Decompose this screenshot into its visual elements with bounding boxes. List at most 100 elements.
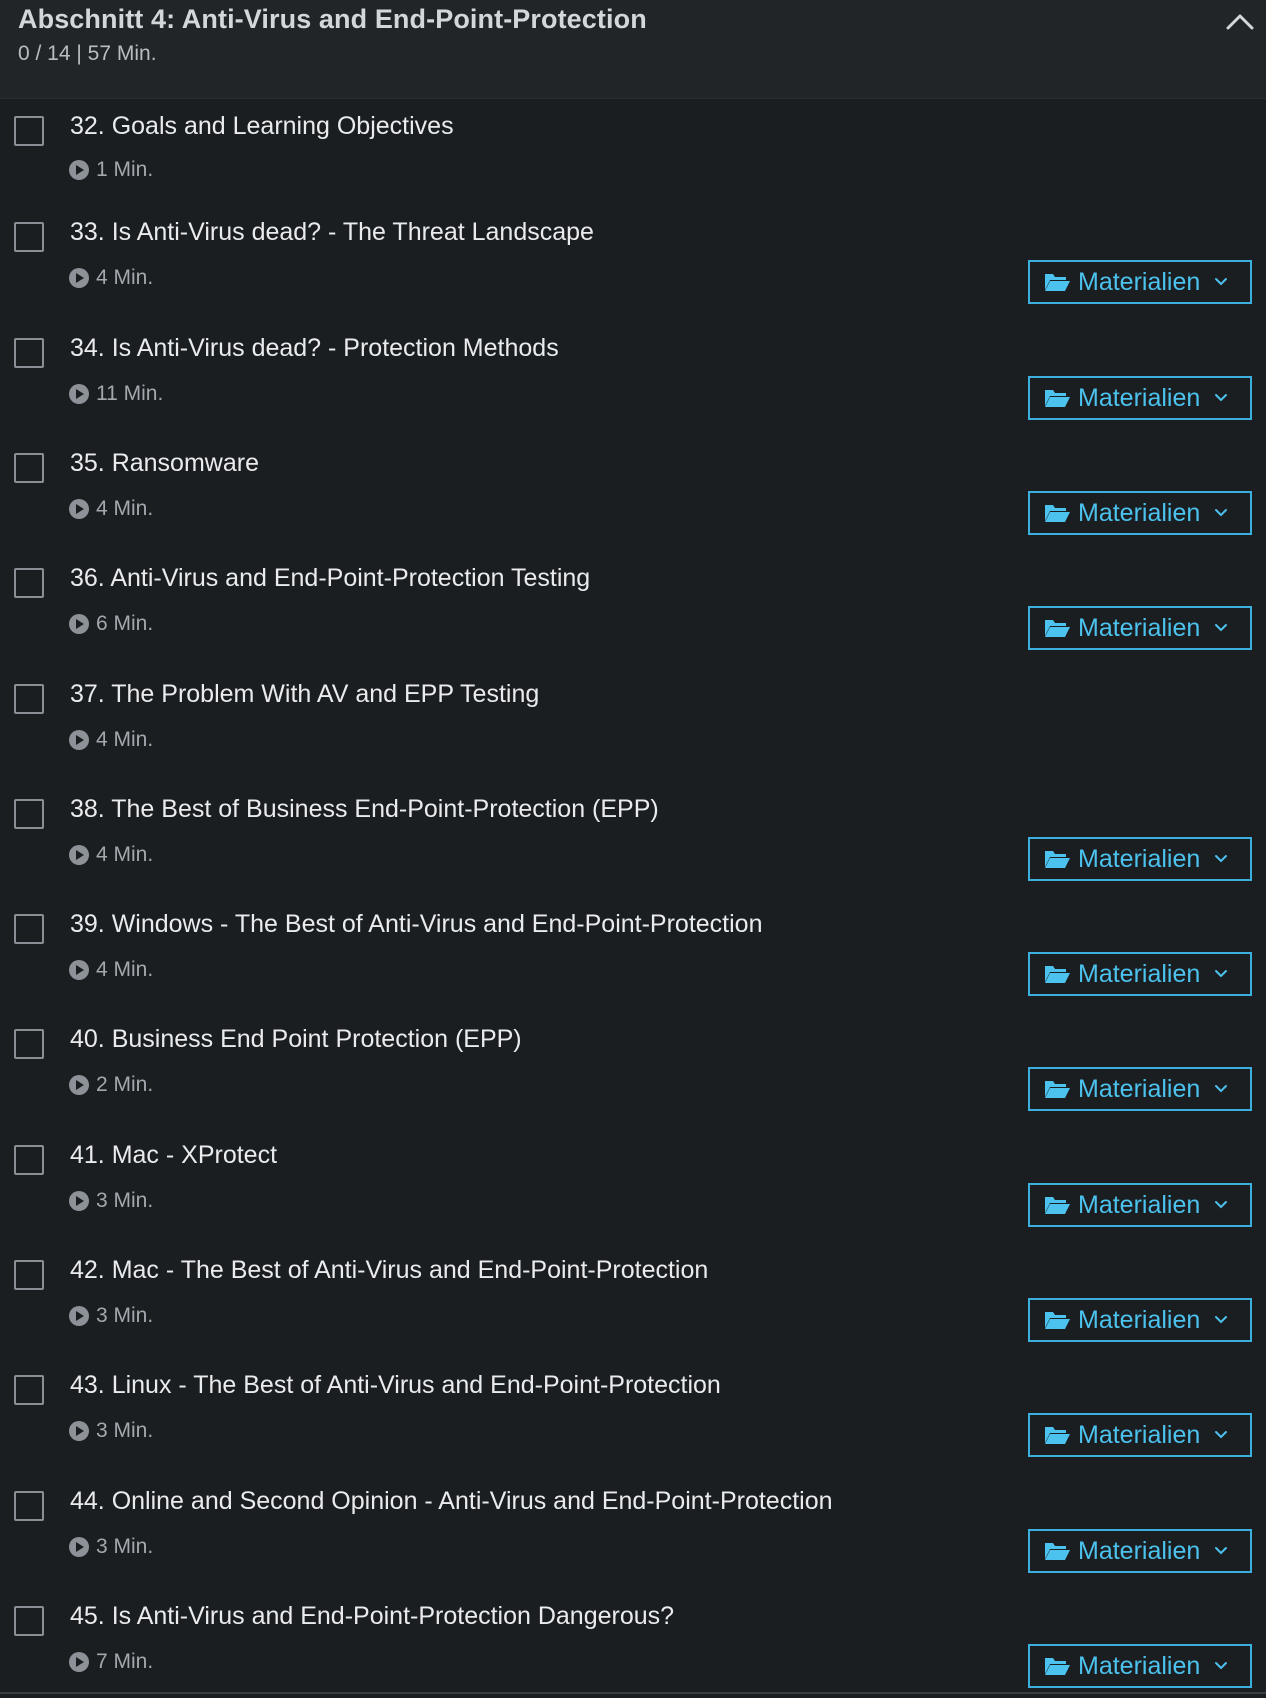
materials-label: Materialien [1078, 959, 1201, 988]
lecture-checkbox[interactable] [14, 914, 44, 944]
materials-label: Materialien [1078, 498, 1201, 527]
lecture-item[interactable]: 44. Online and Second Opinion - Anti-Vir… [0, 1473, 1266, 1583]
play-circle-icon [69, 384, 89, 404]
materials-button[interactable]: Materialien [1028, 491, 1252, 535]
duration-label: 3 Min. [96, 1419, 154, 1442]
lecture-title[interactable]: 32. Goals and Learning Objectives [70, 112, 454, 141]
lecture-title[interactable]: 41. Mac - XProtect [70, 1141, 277, 1170]
lecture-duration: 4 Min. [68, 266, 153, 290]
lecture-item[interactable]: 32. Goals and Learning Objectives 1 Min. [0, 98, 1266, 208]
play-circle-icon [69, 845, 89, 865]
materials-label: Materialien [1078, 383, 1201, 412]
lecture-checkbox[interactable] [14, 684, 44, 714]
materials-label: Materialien [1078, 1536, 1201, 1565]
lecture-title[interactable]: 42. Mac - The Best of Anti-Virus and End… [70, 1256, 708, 1285]
lecture-checkbox[interactable] [14, 799, 44, 829]
materials-button[interactable]: Materialien [1028, 1413, 1252, 1457]
lecture-title[interactable]: 38. The Best of Business End-Point-Prote… [70, 795, 659, 824]
lecture-checkbox[interactable] [14, 1260, 44, 1290]
duration-label: 3 Min. [96, 1535, 154, 1558]
duration-label: 3 Min. [96, 1189, 154, 1212]
folder-open-icon [1045, 1197, 1070, 1214]
section-title: Abschnitt 4: Anti-Virus and End-Point-Pr… [18, 4, 647, 34]
lecture-checkbox[interactable] [14, 338, 44, 368]
materials-label: Materialien [1078, 1305, 1201, 1334]
materials-button[interactable]: Materialien [1028, 952, 1252, 996]
lecture-duration: 4 Min. [68, 843, 153, 867]
lecture-checkbox[interactable] [14, 116, 44, 146]
materials-button[interactable]: Materialien [1028, 376, 1252, 420]
lecture-item[interactable]: 39. Windows - The Best of Anti-Virus and… [0, 896, 1266, 1006]
lecture-item[interactable]: 33. Is Anti-Virus dead? - The Threat Lan… [0, 204, 1266, 314]
section-progress: 0 / 14 | 57 Min. [18, 42, 157, 65]
folder-open-icon [1045, 274, 1070, 291]
materials-button[interactable]: Materialien [1028, 837, 1252, 881]
lecture-checkbox[interactable] [14, 1029, 44, 1059]
play-circle-icon [69, 960, 89, 980]
lecture-title[interactable]: 33. Is Anti-Virus dead? - The Threat Lan… [70, 218, 594, 247]
lecture-item[interactable]: 38. The Best of Business End-Point-Prote… [0, 781, 1266, 891]
lecture-checkbox[interactable] [14, 222, 44, 252]
lecture-item[interactable]: 41. Mac - XProtect 3 Min. Materialien [0, 1127, 1266, 1237]
chevron-down-icon [1215, 855, 1228, 863]
chevron-down-icon [1215, 1662, 1228, 1670]
materials-button[interactable]: Materialien [1028, 606, 1252, 650]
chevron-down-icon [1215, 970, 1228, 978]
lecture-checkbox[interactable] [14, 1606, 44, 1636]
folder-open-icon [1045, 620, 1070, 637]
duration-label: 4 Min. [96, 728, 154, 751]
lecture-title[interactable]: 37. The Problem With AV and EPP Testing [70, 680, 539, 709]
folder-open-icon [1045, 1312, 1070, 1329]
folder-open-icon [1045, 1543, 1070, 1560]
lecture-item[interactable]: 40. Business End Point Protection (EPP) 2… [0, 1011, 1266, 1121]
lecture-title[interactable]: 35. Ransomware [70, 449, 259, 478]
chevron-down-icon [1215, 1085, 1228, 1093]
chevron-up-icon[interactable] [1222, 8, 1258, 36]
chevron-down-icon [1215, 394, 1228, 402]
lecture-item[interactable]: 45. Is Anti-Virus and End-Point-Protecti… [0, 1588, 1266, 1698]
lecture-duration: 7 Min. [68, 1650, 153, 1674]
lecture-item[interactable]: 37. The Problem With AV and EPP Testing 4… [0, 666, 1266, 776]
lecture-checkbox[interactable] [14, 1491, 44, 1521]
lecture-title[interactable]: 43. Linux - The Best of Anti-Virus and E… [70, 1371, 721, 1400]
lecture-title[interactable]: 45. Is Anti-Virus and End-Point-Protecti… [70, 1602, 674, 1631]
lecture-title[interactable]: 36. Anti-Virus and End-Point-Protection … [70, 564, 590, 593]
play-circle-icon [69, 1306, 89, 1326]
lecture-item[interactable]: 35. Ransomware 4 Min. Materialien [0, 435, 1266, 545]
lecture-duration: 3 Min. [68, 1535, 153, 1559]
materials-button[interactable]: Materialien [1028, 1644, 1252, 1688]
chevron-down-icon [1215, 1431, 1228, 1439]
materials-button[interactable]: Materialien [1028, 1067, 1252, 1111]
play-circle-icon [69, 1537, 89, 1557]
lecture-item[interactable]: 36. Anti-Virus and End-Point-Protection … [0, 550, 1266, 660]
section-header[interactable]: Abschnitt 4: Anti-Virus and End-Point-Pr… [0, 0, 1266, 99]
materials-button[interactable]: Materialien [1028, 1298, 1252, 1342]
materials-button[interactable]: Materialien [1028, 1529, 1252, 1573]
lecture-title[interactable]: 34. Is Anti-Virus dead? - Protection Met… [70, 334, 559, 363]
lecture-duration: 6 Min. [68, 612, 153, 636]
lecture-title[interactable]: 39. Windows - The Best of Anti-Virus and… [70, 910, 762, 939]
lecture-checkbox[interactable] [14, 568, 44, 598]
lecture-checkbox[interactable] [14, 453, 44, 483]
lecture-checkbox[interactable] [14, 1375, 44, 1405]
materials-button[interactable]: Materialien [1028, 260, 1252, 304]
duration-label: 11 Min. [96, 382, 164, 405]
chevron-down-icon [1215, 509, 1228, 517]
lecture-item[interactable]: 43. Linux - The Best of Anti-Virus and E… [0, 1357, 1266, 1467]
lecture-item[interactable]: 34. Is Anti-Virus dead? - Protection Met… [0, 320, 1266, 430]
folder-open-icon [1045, 505, 1070, 522]
lecture-checkbox[interactable] [14, 1145, 44, 1175]
play-circle-icon [69, 730, 89, 750]
lecture-duration: 4 Min. [68, 728, 153, 752]
duration-label: 4 Min. [96, 958, 154, 981]
lecture-title[interactable]: 40. Business End Point Protection (EPP) [70, 1025, 522, 1054]
play-circle-icon [69, 1421, 89, 1441]
materials-label: Materialien [1078, 1651, 1201, 1680]
lecture-item[interactable]: 42. Mac - The Best of Anti-Virus and End… [0, 1242, 1266, 1352]
play-circle-icon [69, 160, 89, 180]
lecture-title[interactable]: 44. Online and Second Opinion - Anti-Vir… [70, 1487, 833, 1516]
materials-button[interactable]: Materialien [1028, 1183, 1252, 1227]
materials-label: Materialien [1078, 613, 1201, 642]
folder-open-icon [1045, 390, 1070, 407]
lecture-duration: 11 Min. [68, 382, 163, 406]
